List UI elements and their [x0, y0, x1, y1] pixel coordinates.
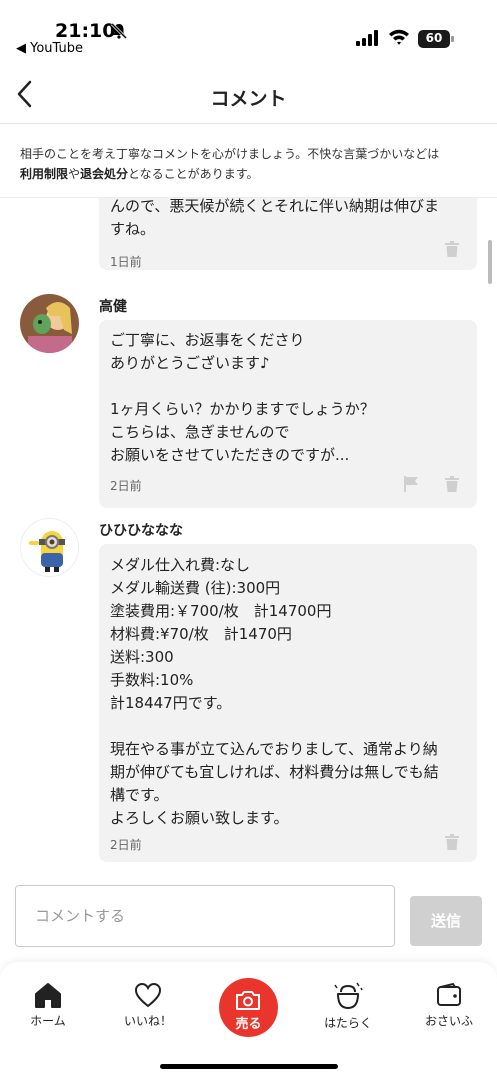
notice-usage-restriction-link[interactable]: 利用制限	[20, 167, 68, 181]
tab-wallet-label: おさいふ	[424, 1014, 473, 1028]
comment-input[interactable]: コメントする	[15, 885, 395, 947]
trash-icon[interactable]	[445, 241, 459, 257]
status-time: 21:10	[55, 20, 116, 42]
comment-list[interactable]: んので、悪天候が続くとそれに伴い納期は伸びま すね。 1日前 高健 ご丁寧に、お…	[0, 198, 497, 870]
comment-text: メダル仕入れ費:なし メダル輸送費 (往):300円 塗装費用:￥700/枚 計…	[110, 556, 439, 827]
battery-percent: 60	[425, 31, 443, 45]
comment-author: ひひひななな	[99, 523, 183, 539]
comment-author: 高健	[99, 299, 127, 315]
comment-text: んので、悪天候が続くとそれに伴い納期は伸びま すね。	[110, 198, 439, 238]
home-indicator	[160, 1064, 338, 1069]
bell-muted-icon	[110, 22, 128, 40]
cellular-signal-icon	[356, 30, 378, 46]
bottom-tab-bar: ホーム いいね！ 売る はたらく おさいふ	[0, 962, 497, 1080]
tab-likes-label: いいね！	[123, 1014, 172, 1028]
trash-icon[interactable]	[445, 476, 459, 492]
sell-button-label: 売る	[235, 1017, 262, 1032]
tab-wallet[interactable]: おさいふ	[409, 982, 489, 1042]
comment-guideline-notice: 相手のことを考え丁寧なコメントを心がけましょう。不快な言葉づかいなどは 利用制限…	[0, 124, 497, 198]
camera-icon	[236, 991, 260, 1010]
comment-bubble: ご丁寧に、お返事をくださり ありがとうございます♪ 1ヶ月くらい？かかりますでし…	[99, 320, 477, 508]
comment-time: 1日前	[110, 255, 142, 269]
tab-work[interactable]: はたらく	[308, 982, 388, 1042]
trash-icon[interactable]	[445, 834, 459, 850]
comment-composer: コメントする 送信	[0, 870, 497, 962]
report-flag-icon[interactable]	[403, 476, 419, 492]
tab-likes[interactable]: いいね！	[108, 982, 188, 1042]
avatar[interactable]	[20, 294, 79, 353]
tab-home-label: ホーム	[30, 1014, 66, 1028]
comment-bubble: んので、悪天候が続くとそれに伴い納期は伸びま すね。 1日前	[99, 198, 477, 270]
sell-button[interactable]: 売る	[219, 978, 278, 1037]
battery-indicator: 60	[418, 30, 454, 48]
header: コメント	[0, 64, 497, 124]
avatar[interactable]	[20, 518, 79, 577]
notice-text: や	[68, 167, 81, 181]
work-bag-icon	[334, 982, 363, 1009]
comment-time: 2日前	[110, 838, 142, 852]
status-bar: 21:10 ◀ YouTube 60	[0, 0, 497, 64]
tab-work-label: はたらく	[324, 1016, 372, 1030]
back-to-app-link[interactable]: ◀ YouTube	[16, 41, 83, 56]
scrollbar[interactable]	[488, 240, 492, 284]
heart-icon	[134, 982, 162, 1008]
send-button[interactable]: 送信	[410, 896, 482, 946]
tab-home[interactable]: ホーム	[8, 982, 88, 1042]
comment-text: ご丁寧に、お返事をくださり ありがとうございます♪ 1ヶ月くらい？かかりますでし…	[110, 331, 375, 464]
comment-bubble: メダル仕入れ費:なし メダル輸送費 (往):300円 塗装費用:￥700/枚 計…	[99, 544, 477, 862]
home-icon	[35, 983, 61, 1008]
notice-account-termination-link[interactable]: 退会処分	[80, 167, 128, 181]
wallet-icon	[437, 982, 461, 1006]
comment-time: 2日前	[110, 479, 142, 493]
wifi-icon	[389, 29, 409, 45]
page-title: コメント	[210, 88, 287, 110]
notice-text: 相手のことを考え丁寧なコメントを心がけましょう。不快な言葉づかいなどは	[20, 147, 440, 161]
notice-text: となることがあります。	[128, 167, 259, 181]
